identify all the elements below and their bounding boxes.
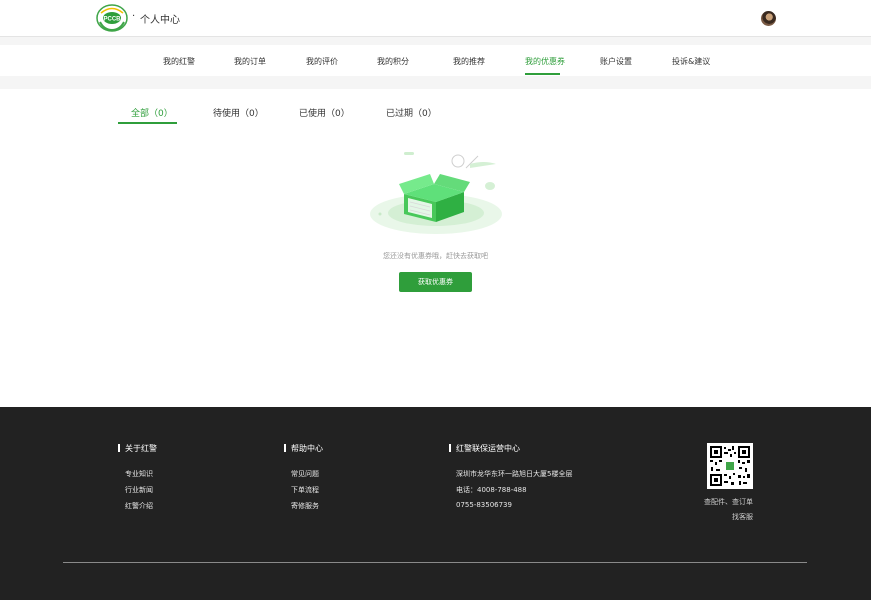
footer-link-news[interactable]: 行业新闻 <box>125 485 153 495</box>
tab-unused[interactable]: 待使用（0） <box>213 106 264 119</box>
nav-item-account-settings[interactable]: 账户设置 <box>600 56 632 67</box>
footer-divider <box>63 562 807 563</box>
footer-phone-2: 0755-83506739 <box>456 501 512 509</box>
section-marker <box>118 444 120 452</box>
logo-text: PCCB <box>103 17 121 23</box>
footer-link-order-process[interactable]: 下单流程 <box>291 485 319 495</box>
nav-active-indicator <box>525 73 560 75</box>
footer-link-faq[interactable]: 常见问题 <box>291 469 319 479</box>
nav-item-my-orders[interactable]: 我的订单 <box>234 56 266 67</box>
get-coupon-button[interactable]: 获取优惠券 <box>399 272 472 292</box>
footer-help-title: 帮助中心 <box>291 444 323 453</box>
company-logo[interactable]: PCCB <box>96 4 128 32</box>
page-title: 个人中心 <box>140 15 180 26</box>
nav-item-my-referrals[interactable]: 我的推荐 <box>453 56 485 67</box>
footer-link-repair-service[interactable]: 寄修服务 <box>291 501 319 511</box>
footer-about-title: 关于红警 <box>125 444 157 453</box>
tab-all[interactable]: 全部（0） <box>131 106 173 119</box>
nav-item-my-reviews[interactable]: 我的评价 <box>306 56 338 67</box>
spacer <box>0 76 871 89</box>
section-marker <box>449 444 451 452</box>
avatar[interactable] <box>761 11 776 26</box>
qr-caption-service: 找客服 <box>732 513 753 521</box>
nav-item-my-coupons[interactable]: 我的优惠券 <box>525 56 565 67</box>
nav-item-my-points[interactable]: 我的积分 <box>377 56 409 67</box>
footer-address: 深圳市龙华东环一路旭日大厦5楼全层 <box>456 470 573 478</box>
tab-expired[interactable]: 已过期（0） <box>386 106 437 119</box>
top-bar: PCCB · 个人中心 <box>0 0 871 37</box>
nav-item-complaints[interactable]: 投诉&建议 <box>672 56 710 67</box>
nav-item-my-honjing[interactable]: 我的红警 <box>163 56 195 67</box>
footer-link-intro[interactable]: 红警介绍 <box>125 501 153 511</box>
footer-phone: 电话：4008-788-488 <box>456 486 527 494</box>
spacer <box>0 37 871 45</box>
empty-message: 您还没有优惠券哦，赶快去获取吧 <box>383 252 488 260</box>
brand-separator: · <box>132 11 136 22</box>
section-marker <box>284 444 286 452</box>
qr-caption: 查配件、查订单 <box>704 498 753 506</box>
tab-used[interactable]: 已使用（0） <box>299 106 350 119</box>
footer-ops-title: 红警联保运营中心 <box>456 444 520 453</box>
wechat-qr-code <box>707 443 753 489</box>
footer-link-knowledge[interactable]: 专业知识 <box>125 469 153 479</box>
account-nav: 我的红警 我的订单 我的评价 我的积分 我的推荐 我的优惠券 账户设置 投诉&建… <box>0 45 871 76</box>
empty-box-illustration <box>370 152 502 234</box>
tab-active-indicator <box>118 122 177 124</box>
